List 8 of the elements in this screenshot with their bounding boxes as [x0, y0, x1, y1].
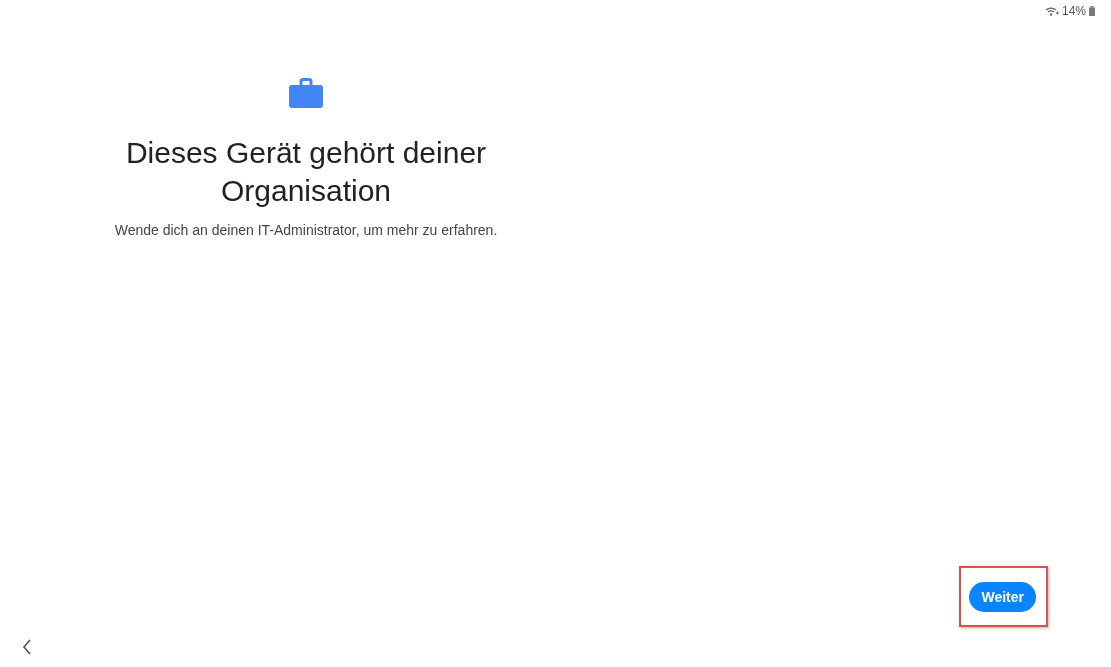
- battery-percent: 14%: [1061, 4, 1086, 18]
- briefcase-icon: [289, 78, 323, 108]
- wifi-icon: [1044, 6, 1059, 16]
- next-button[interactable]: Weiter: [969, 582, 1036, 612]
- battery-icon: [1089, 6, 1095, 16]
- page-title: Dieses Gerät gehört deiner Organisation: [124, 135, 488, 209]
- subtitle: Wende dich an deinen IT-Administrator, um mehr zu erfahren.: [114, 222, 498, 238]
- back-icon[interactable]: [22, 639, 32, 655]
